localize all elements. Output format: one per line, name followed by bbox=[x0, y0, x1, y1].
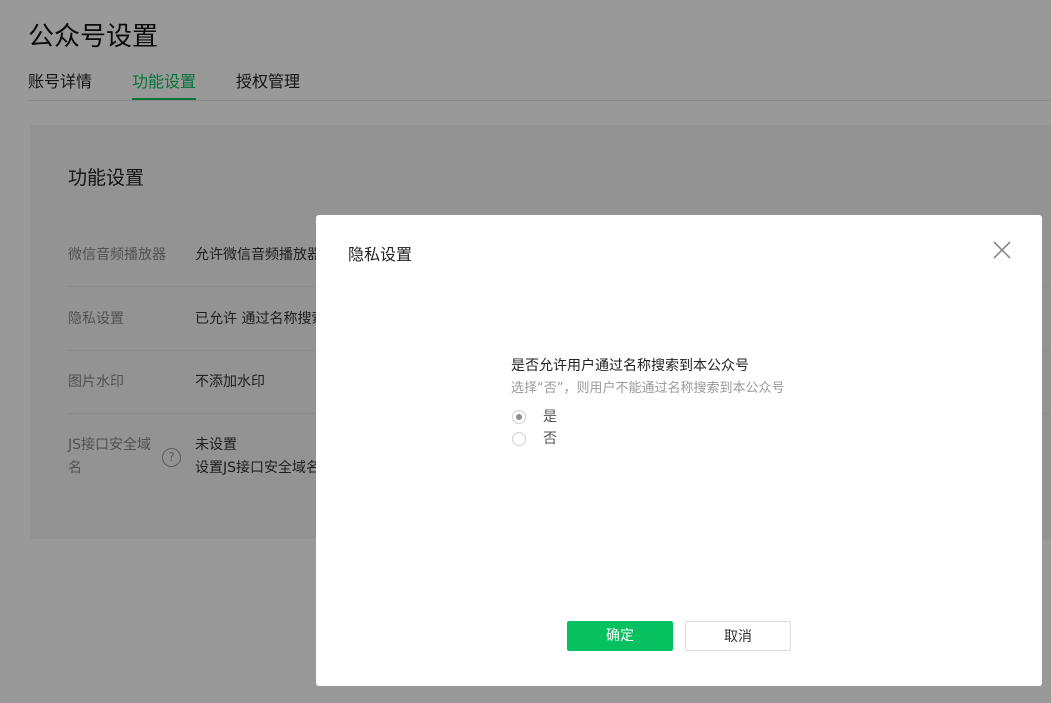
dialog-title: 隐私设置 bbox=[348, 245, 413, 264]
radio-checked-icon[interactable] bbox=[512, 410, 526, 424]
radio-unchecked-icon[interactable] bbox=[512, 432, 526, 446]
close-icon[interactable] bbox=[991, 239, 1013, 261]
privacy-hint: 选择“否”，则用户不能通过名称搜索到本公众号 bbox=[511, 381, 785, 396]
radio-label: 否 bbox=[543, 431, 557, 447]
confirm-button[interactable]: 确定 bbox=[567, 621, 673, 651]
radio-label: 是 bbox=[543, 409, 557, 425]
privacy-question: 是否允许用户通过名称搜索到本公众号 bbox=[511, 358, 749, 374]
cancel-button[interactable]: 取消 bbox=[685, 621, 791, 651]
privacy-settings-dialog: 隐私设置 是否允许用户通过名称搜索到本公众号 选择“否”，则用户不能通过名称搜索… bbox=[316, 215, 1042, 686]
